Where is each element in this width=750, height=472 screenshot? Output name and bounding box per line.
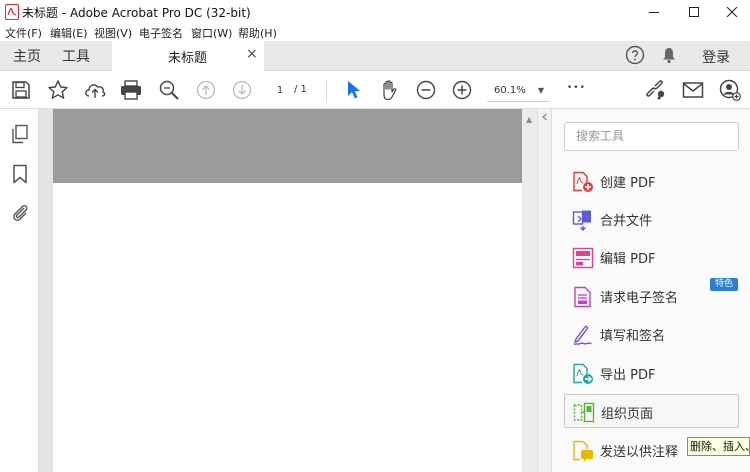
menu-edit[interactable]: 编辑(E) bbox=[50, 25, 88, 41]
document-viewer[interactable]: ▲ bbox=[39, 109, 537, 472]
zoom-level-dropdown[interactable]: 60.1% ▼ bbox=[487, 80, 549, 102]
menu-esign[interactable]: 电子签名 bbox=[139, 25, 183, 41]
tool-combine-files[interactable]: 合并文件 bbox=[564, 202, 739, 236]
login-button[interactable]: 登录 bbox=[702, 47, 730, 67]
menu-help[interactable]: 帮助(H) bbox=[238, 25, 277, 41]
acrobat-app-icon bbox=[5, 4, 19, 20]
hand-tool-icon[interactable] bbox=[377, 78, 401, 102]
create-pdf-icon bbox=[572, 171, 594, 193]
organize-pages-icon bbox=[573, 402, 595, 424]
tab-bar: 主页 工具 未标题 × 登录 bbox=[0, 41, 750, 71]
more-tools-icon[interactable]: ••• bbox=[567, 83, 586, 93]
toolbar: 1 / 1 60.1% ▼ ••• bbox=[0, 71, 750, 109]
left-navigation-pane bbox=[0, 109, 39, 472]
vertical-scrollbar[interactable]: ▲ bbox=[522, 109, 537, 472]
bookmark-star-icon[interactable] bbox=[46, 78, 70, 102]
scroll-up-icon[interactable]: ▲ bbox=[526, 115, 532, 124]
tool-label: 创建 PDF bbox=[600, 176, 656, 191]
export-pdf-icon bbox=[572, 363, 594, 385]
page-total: / 1 bbox=[294, 84, 307, 95]
tab-tools[interactable]: 工具 bbox=[62, 46, 90, 66]
combine-files-icon bbox=[572, 209, 594, 231]
send-comments-icon bbox=[572, 440, 594, 462]
request-signature-icon bbox=[572, 286, 594, 308]
tool-edit-pdf[interactable]: 编辑 PDF bbox=[564, 240, 739, 274]
minimize-button[interactable] bbox=[636, 0, 672, 24]
title-bar: 未标题 - Adobe Acrobat Pro DC (32-bit) bbox=[0, 0, 750, 24]
tool-label: 合并文件 bbox=[600, 214, 653, 229]
select-cursor-icon[interactable] bbox=[341, 78, 365, 102]
tool-label: 填写和签名 bbox=[600, 329, 666, 344]
print-icon[interactable] bbox=[119, 78, 143, 102]
edit-pdf-icon bbox=[572, 247, 594, 269]
zoom-level-value: 60.1% bbox=[494, 85, 526, 96]
featured-badge: 特色 bbox=[710, 278, 739, 291]
tab-home[interactable]: 主页 bbox=[13, 46, 41, 66]
tools-pane: 搜索工具 创建 PDF 合并文件 编辑 PDF 请求电子签名 特色 填写和签名 bbox=[552, 109, 750, 472]
menu-bar: 文件(F) 编辑(E) 视图(V) 电子签名 窗口(W) 帮助(H) bbox=[0, 24, 750, 41]
tool-create-pdf[interactable]: 创建 PDF bbox=[564, 164, 739, 198]
pane-splitter[interactable] bbox=[537, 109, 552, 472]
tab-document[interactable]: 未标题 × bbox=[112, 41, 264, 71]
previous-page-icon[interactable] bbox=[194, 78, 218, 102]
tool-label: 编辑 PDF bbox=[600, 252, 656, 267]
share-link-icon[interactable] bbox=[644, 78, 668, 102]
menu-file[interactable]: 文件(F) bbox=[5, 25, 42, 41]
tool-label: 组织页面 bbox=[601, 407, 654, 422]
attachments-paperclip-icon[interactable] bbox=[10, 202, 30, 222]
next-page-icon[interactable] bbox=[230, 78, 254, 102]
tool-label: 发送以供注释 bbox=[600, 445, 679, 460]
close-tab-icon[interactable]: × bbox=[246, 46, 258, 62]
add-user-icon[interactable] bbox=[718, 78, 742, 102]
zoom-out-icon[interactable] bbox=[414, 78, 438, 102]
zoom-search-icon[interactable] bbox=[157, 78, 181, 102]
document-tab-label: 未标题 bbox=[168, 51, 208, 66]
tool-organize-pages[interactable]: 组织页面 bbox=[564, 394, 739, 428]
email-icon[interactable] bbox=[681, 78, 705, 102]
menu-window[interactable]: 窗口(W) bbox=[191, 25, 232, 41]
document-page[interactable] bbox=[53, 183, 522, 472]
toolbar-divider bbox=[326, 80, 327, 102]
menu-view[interactable]: 视图(V) bbox=[94, 25, 132, 41]
cloud-upload-icon[interactable] bbox=[83, 78, 107, 102]
notification-bell-icon[interactable] bbox=[660, 46, 678, 64]
fill-sign-icon bbox=[572, 324, 594, 346]
page-header-area bbox=[53, 109, 522, 183]
close-window-button[interactable] bbox=[714, 0, 750, 24]
bookmarks-icon[interactable] bbox=[11, 164, 29, 184]
page-thumbnails-icon[interactable] bbox=[10, 124, 30, 144]
chevron-down-icon: ▼ bbox=[537, 86, 544, 95]
maximize-button[interactable] bbox=[676, 0, 712, 24]
tool-search-input[interactable]: 搜索工具 bbox=[564, 122, 739, 151]
tool-fill-sign[interactable]: 填写和签名 bbox=[564, 317, 739, 351]
zoom-in-icon[interactable] bbox=[450, 78, 474, 102]
help-icon[interactable] bbox=[625, 45, 645, 65]
window-title: 未标题 - Adobe Acrobat Pro DC (32-bit) bbox=[22, 6, 251, 20]
tool-export-pdf[interactable]: 导出 PDF bbox=[564, 356, 739, 390]
page-number-input[interactable]: 1 bbox=[268, 82, 292, 100]
tool-label: 导出 PDF bbox=[600, 368, 656, 383]
save-icon[interactable] bbox=[9, 78, 33, 102]
tooltip: 删除、插入、 bbox=[687, 437, 750, 456]
tool-label: 请求电子签名 bbox=[600, 291, 679, 306]
collapse-pane-icon[interactable] bbox=[541, 113, 549, 121]
